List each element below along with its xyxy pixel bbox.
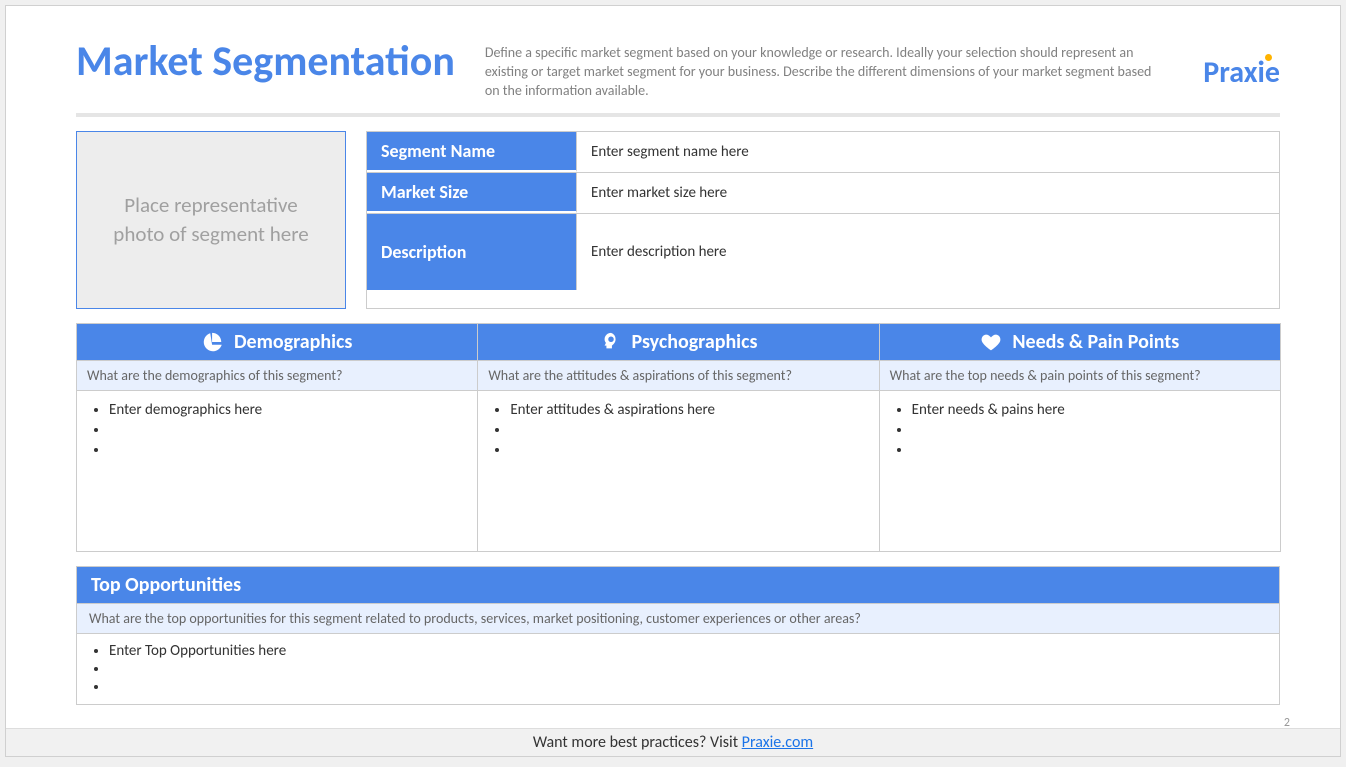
header: Market Segmentation Define a specific ma… bbox=[6, 6, 1340, 101]
psychographics-body[interactable]: Enter attitudes & aspirations here bbox=[478, 391, 878, 551]
slide: Market Segmentation Define a specific ma… bbox=[5, 5, 1341, 757]
footer-link[interactable]: Praxie.com bbox=[742, 733, 813, 752]
segment-name-row: Segment Name Enter segment name here bbox=[367, 132, 1279, 173]
footer-text: Want more best practices? Visit bbox=[533, 733, 742, 752]
list-item: Enter attitudes & aspirations here bbox=[510, 401, 864, 419]
list-item bbox=[510, 421, 864, 439]
demographics-subheader: What are the demographics of this segmen… bbox=[77, 360, 477, 391]
list-item bbox=[912, 421, 1266, 439]
opportunities-header: Top Opportunities bbox=[77, 567, 1279, 603]
psychographics-column: Psychographics What are the attitudes & … bbox=[477, 323, 879, 552]
head-gears-icon bbox=[600, 331, 622, 353]
page-subtitle: Define a specific market segment based o… bbox=[485, 36, 1203, 101]
opportunities-subheader: What are the top opportunities for this … bbox=[77, 603, 1279, 634]
list-item: Enter Top Opportunities here bbox=[109, 642, 1265, 660]
segment-name-input[interactable]: Enter segment name here bbox=[577, 132, 1279, 172]
market-size-input[interactable]: Enter market size here bbox=[577, 173, 1279, 213]
market-size-row: Market Size Enter market size here bbox=[367, 173, 1279, 214]
needs-header: Needs & Pain Points bbox=[880, 324, 1280, 360]
segment-columns: Demographics What are the demographics o… bbox=[76, 323, 1280, 552]
description-row: Description Enter description here bbox=[367, 214, 1279, 290]
heart-icon bbox=[980, 331, 1002, 353]
psychographics-subheader: What are the attitudes & aspirations of … bbox=[478, 360, 878, 391]
photo-placeholder-text: Place representative photo of segment he… bbox=[97, 191, 325, 248]
list-item bbox=[109, 421, 463, 439]
demographics-title: Demographics bbox=[234, 330, 352, 354]
description-label: Description bbox=[367, 214, 577, 290]
list-item: Enter demographics here bbox=[109, 401, 463, 419]
segment-name-label: Segment Name bbox=[367, 132, 577, 172]
list-item bbox=[510, 441, 864, 459]
list-item bbox=[109, 678, 1265, 696]
photo-placeholder[interactable]: Place representative photo of segment he… bbox=[76, 131, 346, 309]
footer: Want more best practices? Visit Praxie.c… bbox=[6, 728, 1340, 756]
opportunities-body[interactable]: Enter Top Opportunities here bbox=[77, 634, 1279, 704]
market-size-label: Market Size bbox=[367, 173, 577, 213]
opportunities-section: Top Opportunities What are the top oppor… bbox=[76, 566, 1280, 705]
needs-title: Needs & Pain Points bbox=[1012, 330, 1179, 354]
info-table: Segment Name Enter segment name here Mar… bbox=[366, 131, 1280, 309]
list-item: Enter needs & pains here bbox=[912, 401, 1266, 419]
header-divider bbox=[76, 113, 1280, 117]
psychographics-title: Psychographics bbox=[632, 330, 758, 354]
description-input[interactable]: Enter description here bbox=[577, 214, 1279, 290]
list-item bbox=[109, 441, 463, 459]
logo-dot-icon bbox=[1265, 54, 1272, 61]
psychographics-header: Psychographics bbox=[478, 324, 878, 360]
needs-column: Needs & Pain Points What are the top nee… bbox=[879, 323, 1281, 552]
demographics-header: Demographics bbox=[77, 324, 477, 360]
demographics-column: Demographics What are the demographics o… bbox=[76, 323, 478, 552]
brand-logo: Praxie bbox=[1203, 36, 1280, 91]
demographics-body[interactable]: Enter demographics here bbox=[77, 391, 477, 551]
list-item bbox=[912, 441, 1266, 459]
top-row: Place representative photo of segment he… bbox=[76, 131, 1280, 309]
needs-subheader: What are the top needs & pain points of … bbox=[880, 360, 1280, 391]
page-title: Market Segmentation bbox=[76, 36, 455, 87]
list-item bbox=[109, 660, 1265, 678]
needs-body[interactable]: Enter needs & pains here bbox=[880, 391, 1280, 551]
pie-chart-icon bbox=[202, 331, 224, 353]
